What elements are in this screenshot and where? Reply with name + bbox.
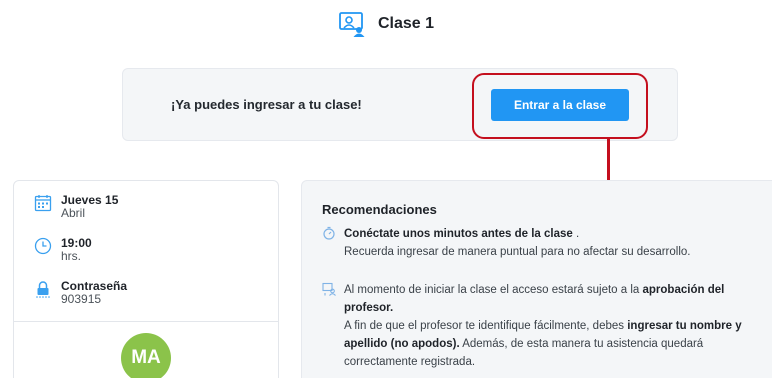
time-row: 19:00 hrs. [34, 236, 92, 263]
class-info-card: Jueves 15 Abril 19:00 hrs. Contraseña 90… [13, 180, 279, 378]
recommendation-item: Al momento de iniciar la clase el acceso… [322, 281, 764, 371]
calendar-icon [34, 194, 52, 212]
date-day: Jueves 15 [61, 193, 119, 207]
stopwatch-icon [322, 226, 336, 240]
password-value: 903915 [61, 292, 102, 306]
recommendation-bold: Conéctate unos minutos antes de la clase [344, 228, 573, 240]
time-unit: hrs. [61, 249, 82, 263]
recommendation-detail: Recuerda ingresar de manera puntual para… [344, 246, 691, 258]
recommendations-card: Recomendaciones Conéctate unos minutos a… [301, 180, 772, 378]
recommendation-p2: A fin de que el profesor te identifique … [344, 320, 628, 332]
date-month: Abril [61, 206, 86, 220]
page-title: Clase 1 [377, 15, 435, 32]
enter-class-button[interactable]: Entrar a la clase [491, 89, 629, 121]
join-message: ¡Ya puedes ingresar a tu clase! [171, 97, 362, 112]
recommendation-text: Conéctate unos minutos antes de la clase… [344, 225, 764, 261]
password-row: Contraseña 903915 [34, 279, 127, 306]
date-row: Jueves 15 Abril [34, 193, 118, 220]
class-header: Clase 1 [0, 8, 772, 40]
info-divider [14, 321, 278, 322]
recommendation-p1: Al momento de iniciar la clase el acceso… [344, 284, 643, 296]
recommendation-text: Al momento de iniciar la clase el acceso… [344, 281, 764, 371]
teacher-board-icon [338, 11, 366, 37]
recommendation-punct: . [572, 228, 580, 240]
avatar: MA [121, 333, 171, 378]
recommendations-title: Recomendaciones [322, 202, 437, 217]
password-label: Contraseña [61, 279, 128, 293]
time-hour: 19:00 [61, 236, 92, 250]
clock-icon [34, 237, 52, 255]
lock-icon [34, 280, 52, 298]
user-approval-icon [322, 282, 336, 296]
join-class-banner: ¡Ya puedes ingresar a tu clase! Entrar a… [122, 68, 678, 141]
recommendation-item: Conéctate unos minutos antes de la clase… [322, 225, 764, 261]
